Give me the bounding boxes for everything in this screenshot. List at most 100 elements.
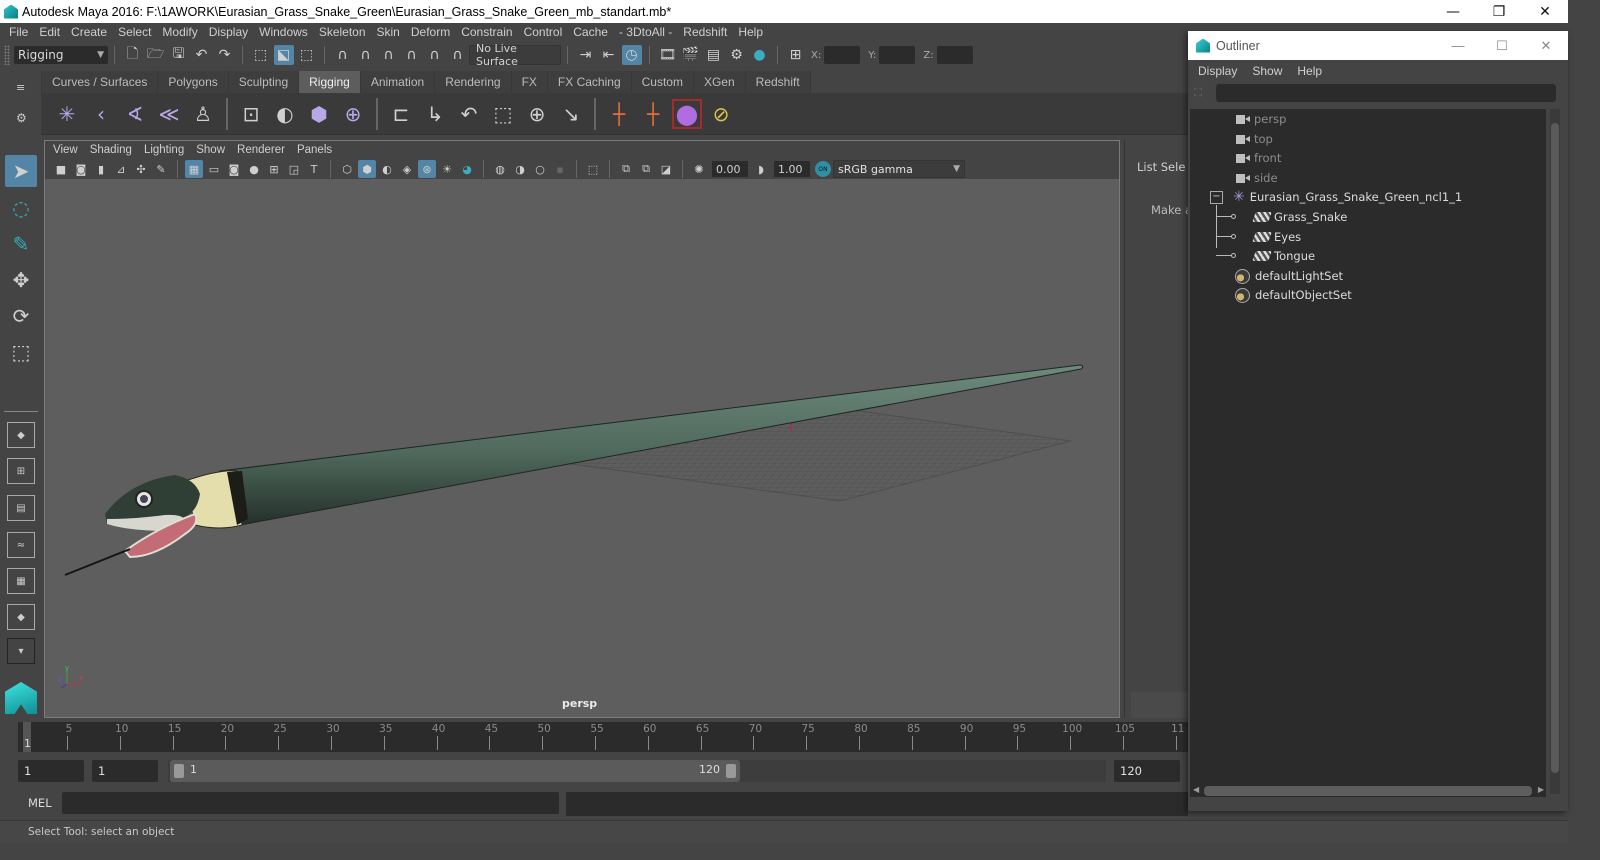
custom-script-button[interactable]: ⬤ <box>672 98 702 129</box>
resolution-gate-button[interactable]: ◙ <box>225 160 243 178</box>
ik-spline-button[interactable]: ∢ <box>120 99 150 129</box>
use-all-lights-button[interactable]: ⊛ <box>418 160 436 178</box>
tab-fx-caching[interactable]: FX Caching <box>547 71 632 93</box>
outliner-horizontal-scrollbar[interactable]: ◀ ▶ <box>1190 785 1546 797</box>
tab-curves-surfaces[interactable]: Curves / Surfaces <box>42 71 159 93</box>
grease-pencil-button[interactable]: ✎ <box>152 160 170 178</box>
snap-surface-button[interactable]: ∩ <box>425 45 445 65</box>
gate-mask-button[interactable]: ● <box>245 160 263 178</box>
vp-menu-view[interactable]: View <box>51 144 84 156</box>
layout-menu-button[interactable]: ▾ <box>7 638 35 664</box>
menu-help[interactable]: Help <box>733 25 769 39</box>
tab-xgen[interactable]: XGen <box>693 71 746 93</box>
menu-skeleton[interactable]: Skeleton <box>314 25 372 39</box>
x-field[interactable] <box>824 46 861 64</box>
outliner-item-persp[interactable]: persp <box>1236 109 1286 129</box>
isolate-select-button[interactable]: ▪ <box>551 160 569 178</box>
menu-redshift[interactable]: Redshift <box>678 25 733 39</box>
redo-button[interactable]: ↷ <box>215 45 235 65</box>
aim-constraint-button[interactable]: ⊕ <box>522 99 552 129</box>
outliner-item-snake-group[interactable]: − ✳ Eurasian_Grass_Snake_Green_ncl1_1 <box>1210 187 1462 207</box>
gear-icon[interactable]: ⚙ <box>16 111 27 125</box>
image-plane-button[interactable]: ⊿ <box>112 160 130 178</box>
playback-start-field[interactable]: 1 <box>92 760 158 782</box>
single-perspective-layout-button[interactable]: ◆ <box>7 422 35 448</box>
xray-active-button[interactable]: ⧉ <box>637 160 655 178</box>
start-time-field[interactable]: 1 <box>18 760 84 782</box>
menu-file[interactable]: File <box>4 25 34 39</box>
color-management-toggle[interactable]: ON <box>815 161 831 177</box>
scale-constraint-button[interactable]: ⬚ <box>488 99 518 129</box>
time-slider[interactable]: 1 5 10 15 20 25 30 35 40 45 50 55 60 65 70 75 80 85 90 95 1… <box>0 720 1188 758</box>
textured-button[interactable]: ◈ <box>398 160 416 178</box>
bookmark-button[interactable]: ▮ <box>92 160 110 178</box>
menu-select[interactable]: Select <box>113 25 157 39</box>
hypershade-button[interactable]: ● <box>750 45 770 65</box>
select-object-button[interactable]: ⬕ <box>273 45 294 65</box>
safe-action-button[interactable]: ◲ <box>285 160 303 178</box>
scroll-right-icon[interactable]: ▶ <box>1538 785 1544 794</box>
rotate-tool[interactable]: ⟳ <box>5 300 37 332</box>
restore-button[interactable]: ❐ <box>1476 0 1522 23</box>
collapse-icon[interactable]: − <box>1210 190 1223 204</box>
outliner-item-tongue[interactable]: Tongue <box>1252 246 1315 266</box>
wireframe-button[interactable]: ⬡ <box>338 160 356 178</box>
menu-deform[interactable]: Deform <box>406 25 456 39</box>
tab-polygons[interactable]: Polygons <box>158 71 229 93</box>
select-hierarchy-button[interactable]: ⬚ <box>251 45 271 65</box>
persp-graph-layout-button[interactable]: ≈ <box>7 532 35 558</box>
lattice-button[interactable]: ⬢ <box>304 99 334 129</box>
paint-select-tool[interactable]: ✎ <box>5 228 37 260</box>
select-component-button[interactable]: ⬚ <box>297 45 317 65</box>
undo-button[interactable]: ↶ <box>192 45 212 65</box>
tab-rendering[interactable]: Rendering <box>435 71 512 93</box>
transform-mode-button[interactable]: ⊞ <box>786 45 806 65</box>
gamma-button[interactable]: ◗ <box>752 160 770 178</box>
smooth-shade-button[interactable]: ⬢ <box>358 160 376 178</box>
delete-constraints-button[interactable]: ⊘ <box>706 99 736 129</box>
outliner-search-input[interactable] <box>1216 84 1556 102</box>
ipr-render-button[interactable]: ▤ <box>704 45 724 65</box>
snap-point-button[interactable]: ∩ <box>379 45 399 65</box>
hypershade-persp-layout-button[interactable]: ▦ <box>7 568 35 594</box>
tab-rigging[interactable]: Rigging <box>299 71 361 93</box>
menu-control[interactable]: Control <box>519 25 569 39</box>
end-time-field[interactable]: 120 <box>1114 760 1180 782</box>
outliner-menu-show[interactable]: Show <box>1252 64 1282 78</box>
view-transform-dropdown[interactable]: sRGB gamma ▼ <box>833 160 965 178</box>
time-slider-track[interactable]: 1 5 10 15 20 25 30 35 40 45 50 55 60 65 70 75 80 85 90 95 1… <box>18 722 1188 752</box>
exposure-field[interactable]: 0.00 <box>712 161 748 177</box>
render-view-button[interactable]: 🎞 <box>658 45 678 65</box>
tab-custom[interactable]: Custom <box>631 71 694 93</box>
outliner-menu-help[interactable]: Help <box>1297 64 1322 78</box>
persp-graph-outliner-layout-button[interactable]: ◆ <box>7 604 35 630</box>
scrollbar-thumb[interactable] <box>1551 123 1559 773</box>
menu-skin[interactable]: Skin <box>372 25 406 39</box>
tab-animation[interactable]: Animation <box>360 71 436 93</box>
menu-3dtoall[interactable]: - 3DtoAll - <box>614 25 678 39</box>
orient-constraint-button[interactable]: ↶ <box>454 99 484 129</box>
parent-constraint-button[interactable]: ⊏ <box>386 99 416 129</box>
blend-shape-button[interactable]: ◐ <box>270 99 300 129</box>
menu-create[interactable]: Create <box>66 25 113 39</box>
ik-handle-button[interactable]: ‹ <box>86 99 116 129</box>
vp-menu-show[interactable]: Show <box>194 144 231 156</box>
render-frame-button[interactable]: 🎬 <box>681 45 701 65</box>
snap-view-plane-button[interactable]: ∩ <box>402 45 422 65</box>
film-gate-button[interactable]: ▭ <box>205 160 223 178</box>
attribute-editor-button[interactable] <box>1131 692 1189 718</box>
range-bar[interactable]: 1 120 <box>170 760 740 782</box>
outliner-maximize-button[interactable]: ☐ <box>1480 38 1524 54</box>
pole-vector-button[interactable]: ↘ <box>556 99 586 129</box>
live-surface-field[interactable]: No Live Surface <box>469 42 561 68</box>
point-constraint-button[interactable]: ↳ <box>420 99 450 129</box>
make-live-button[interactable]: ∩ <box>448 45 468 65</box>
outliner-close-button[interactable]: ✕ <box>1524 38 1568 54</box>
outliner-item-default-object-set[interactable]: defaultObjectSet <box>1235 285 1352 305</box>
ambient-occlusion-button[interactable]: ◕ <box>458 160 476 178</box>
outliner-persp-layout-button[interactable]: ▤ <box>7 495 35 521</box>
safe-title-button[interactable]: T <box>305 160 323 178</box>
vp-menu-shading[interactable]: Shading <box>88 144 138 156</box>
select-camera-button[interactable]: ■ <box>52 160 70 178</box>
vp-menu-lighting[interactable]: Lighting <box>142 144 190 156</box>
